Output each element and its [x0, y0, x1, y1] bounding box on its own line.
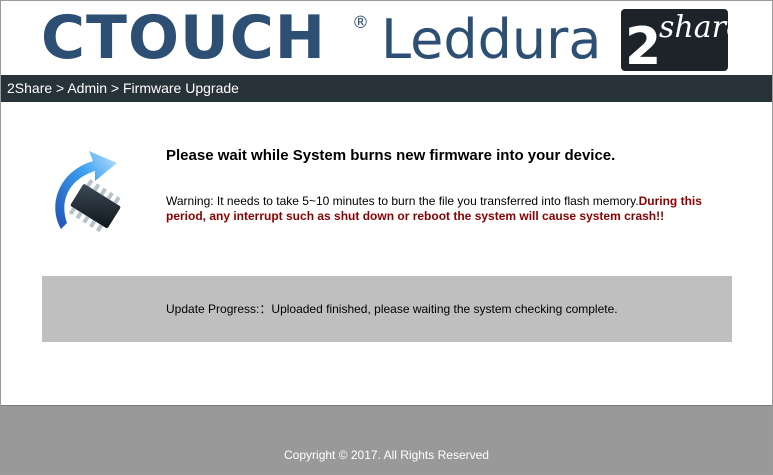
breadcrumb-separator: >: [107, 80, 123, 96]
badge-word: share: [659, 10, 728, 45]
copyright-text: Copyright © 2017. All Rights Reserved: [284, 448, 489, 462]
progress-line: Update Progress:：Uploaded finished, plea…: [166, 302, 618, 316]
progress-label: Update Progress:: [166, 302, 260, 316]
header: CTOUCH ® Leddura 2 share: [1, 1, 772, 75]
brand-logo: CTOUCH: [41, 3, 326, 73]
2share-logo: 2 share: [621, 9, 728, 71]
registered-mark: ®: [352, 13, 369, 33]
progress-colon: ：: [259, 302, 272, 316]
breadcrumb-item-admin[interactable]: Admin: [67, 80, 107, 96]
chip-upgrade-icon: [51, 149, 125, 243]
warning-message: Warning: It needs to take 5~10 minutes t…: [166, 194, 736, 224]
warning-text: Warning: It needs to take 5~10 minutes t…: [166, 194, 639, 208]
navbar: 2Share > Admin > Firmware Upgrade: [1, 75, 772, 102]
badge-number: 2: [625, 17, 662, 71]
breadcrumb-item-firmware-upgrade: Firmware Upgrade: [123, 80, 239, 96]
page-title: Please wait while System burns new firmw…: [166, 147, 616, 164]
breadcrumb: 2Share > Admin > Firmware Upgrade: [7, 80, 239, 97]
footer: Copyright © 2017. All Rights Reserved: [1, 405, 772, 474]
breadcrumb-separator: >: [52, 80, 68, 96]
product-name: Leddura: [381, 8, 602, 71]
progress-panel: Update Progress:：Uploaded finished, plea…: [42, 276, 732, 342]
page-frame: CTOUCH ® Leddura 2 share 2Share > Admin …: [0, 0, 773, 475]
progress-status: Uploaded finished, please waiting the sy…: [271, 302, 618, 316]
breadcrumb-item-2share[interactable]: 2Share: [7, 80, 52, 96]
